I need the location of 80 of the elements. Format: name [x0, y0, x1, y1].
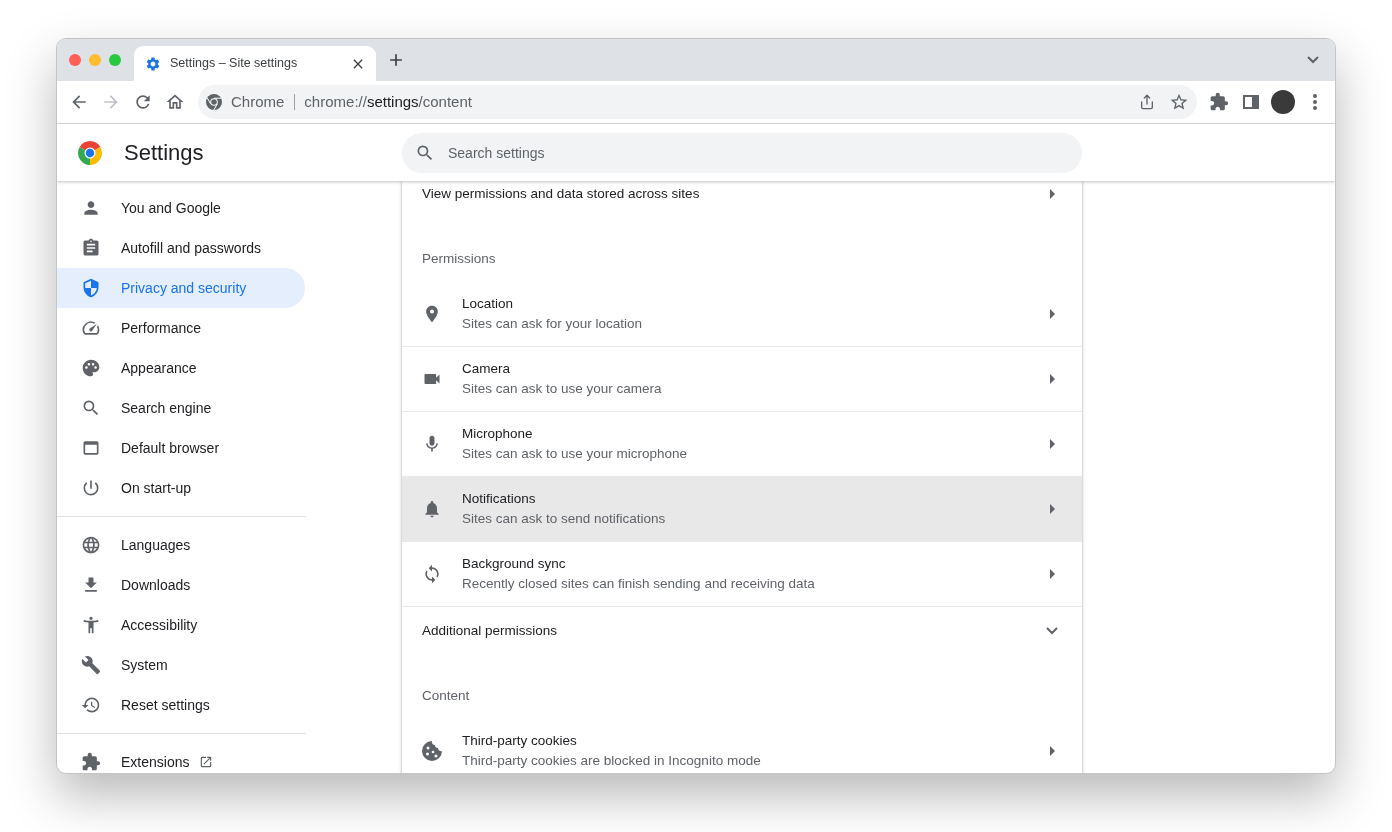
caret-right-icon	[1050, 189, 1055, 199]
row-title: Notifications	[462, 490, 536, 508]
chevron-down-icon	[1307, 56, 1319, 64]
history-icon	[81, 695, 101, 715]
sidebar-item[interactable]: Reset settings	[57, 685, 305, 725]
row-title: Microphone	[462, 425, 533, 443]
sidebar-item[interactable]: Downloads	[57, 565, 305, 605]
sidebar-item[interactable]: You and Google	[57, 188, 305, 228]
globe-icon	[81, 535, 101, 555]
browser-tab[interactable]: Settings – Site settings	[134, 46, 376, 81]
external-link-icon	[199, 755, 214, 769]
site-label: Chrome	[231, 91, 285, 112]
caret-right-icon	[1050, 439, 1055, 449]
share-icon	[1139, 94, 1155, 110]
row-title: Third-party cookies	[462, 731, 577, 750]
row-subtitle: Sites can ask to send notifications	[462, 510, 666, 528]
url-text: chrome://settings/content	[304, 91, 472, 112]
wrench-icon	[81, 655, 101, 675]
avatar[interactable]	[1271, 90, 1295, 114]
sidebar-item[interactable]: Search engine	[57, 388, 305, 428]
sidebar-item[interactable]: Performance	[57, 308, 305, 348]
menu-icon	[1313, 94, 1317, 110]
logo-icon	[78, 140, 102, 165]
search-icon	[81, 398, 101, 418]
row-subtitle: Recently closed sites can finish sending and receiving data	[462, 575, 815, 593]
clipboard-icon	[81, 238, 101, 258]
row-title: Additional permissions	[422, 622, 558, 640]
home-icon	[165, 92, 185, 112]
accessibility-icon	[81, 615, 101, 635]
sidebar-item[interactable]: Default browser	[57, 428, 305, 468]
search-field[interactable]: Search settings	[402, 132, 1082, 173]
puzzle-icon	[81, 752, 101, 772]
sidebar-item[interactable]: Extensions	[57, 742, 305, 773]
bell-icon	[422, 499, 442, 519]
settings-row[interactable]: Camera Sites can ask to use your camera	[402, 346, 1082, 411]
star-icon	[1169, 92, 1189, 112]
shield-icon	[81, 278, 101, 298]
gauge-icon	[81, 318, 101, 338]
sidebar-item[interactable]: Languages	[57, 525, 305, 565]
settings-row[interactable]: Third-party cookies Third-party cookies are blocked in Incognito mode	[402, 718, 1082, 773]
row-subtitle: Sites can ask to use your camera	[462, 380, 662, 398]
browser-window-icon	[81, 438, 101, 458]
row-subtitle: Sites can ask to use your microphone	[462, 445, 688, 463]
section-heading: Permissions	[422, 251, 497, 267]
address-bar[interactable]: Chrome chrome://settings/content	[198, 85, 1197, 119]
palette-icon	[81, 358, 101, 378]
page-title: Settings	[124, 139, 204, 167]
settings-row[interactable]: View permissions and data stored across sites	[402, 181, 1082, 207]
settings-row[interactable]: Background sync Recently closed sites can finish sending and receiving data	[402, 541, 1082, 606]
settings-row[interactable]: Microphone Sites can ask to use your microphone	[402, 411, 1082, 476]
row-title: View permissions and data stored across sites	[422, 185, 700, 203]
caret-right-icon	[1050, 374, 1055, 384]
tab-title: Settings – Site settings	[170, 55, 298, 73]
reload-icon	[133, 92, 153, 112]
row-subtitle: Sites can ask for your location	[462, 314, 643, 333]
puzzle-icon	[1209, 92, 1229, 112]
row-title: Location	[462, 294, 514, 313]
sync-icon	[422, 564, 442, 584]
settings-row[interactable]: Additional permissions	[402, 606, 1082, 655]
sidebar-item[interactable]: On start-up	[57, 468, 305, 508]
sidebar-item[interactable]: Privacy and security	[57, 268, 305, 308]
settings-row[interactable]: Notifications Sites can ask to send notifications	[402, 476, 1082, 541]
sidebar-item[interactable]: Autofill and passwords	[57, 228, 305, 268]
sidebar-item[interactable]: System	[57, 645, 305, 685]
row-title: Background sync	[462, 555, 566, 573]
power-icon	[81, 478, 101, 498]
row-subtitle: Third-party cookies are blocked in Incognito mode	[462, 751, 761, 770]
sidebar-item[interactable]: Appearance	[57, 348, 305, 388]
cookie-icon	[422, 740, 442, 761]
side-panel-icon	[1243, 95, 1259, 109]
caret-right-icon	[1050, 569, 1055, 579]
caret-right-icon	[1050, 745, 1055, 756]
section-heading: Content	[422, 688, 471, 704]
caret-right-icon	[1050, 308, 1055, 319]
row-title: Camera	[462, 360, 510, 378]
caret-right-icon	[1050, 504, 1055, 514]
settings-row[interactable]: Location Sites can ask for your location	[402, 281, 1082, 346]
logo-icon	[206, 94, 222, 110]
gear-icon	[145, 55, 161, 72]
sidebar-item[interactable]: Accessibility	[57, 605, 305, 645]
